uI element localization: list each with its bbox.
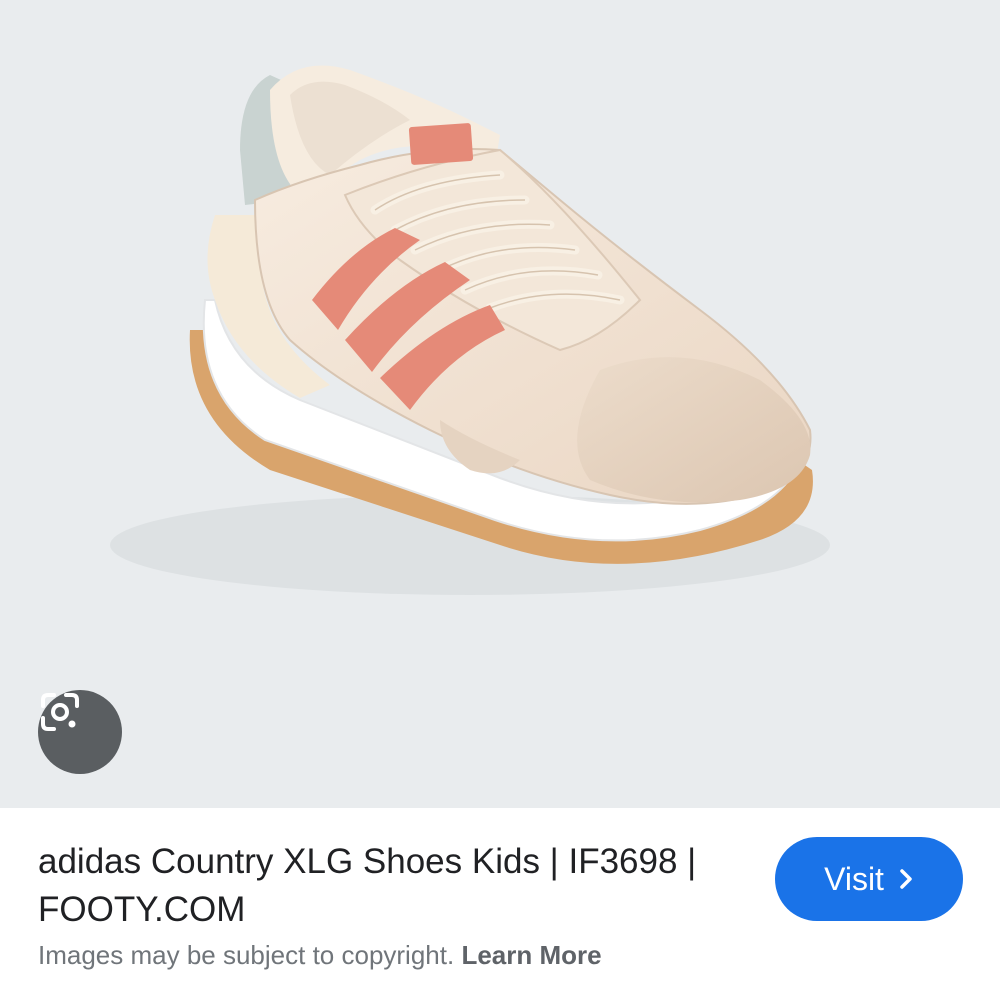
sneaker-illustration <box>110 65 830 595</box>
google-lens-button[interactable] <box>38 690 122 774</box>
result-title-line1[interactable]: adidas Country XLG Shoes Kids | IF3698 | <box>38 838 758 886</box>
result-info-panel: adidas Country XLG Shoes Kids | IF3698 |… <box>0 808 1000 1000</box>
visit-button[interactable]: Visit <box>775 837 963 921</box>
visit-label: Visit <box>824 860 884 897</box>
tongue-label <box>408 123 474 165</box>
result-image[interactable] <box>0 0 1000 808</box>
copyright-notice: Images may be subject to copyright. Lear… <box>38 940 602 971</box>
result-title-line2[interactable]: FOOTY.COM <box>38 886 758 934</box>
copyright-text: Images may be subject to copyright. <box>38 940 462 970</box>
google-lens-icon <box>41 693 79 731</box>
chevron-right-icon <box>900 869 912 889</box>
learn-more-link[interactable]: Learn More <box>461 940 601 970</box>
result-title[interactable]: adidas Country XLG Shoes Kids | IF3698 |… <box>38 838 758 934</box>
